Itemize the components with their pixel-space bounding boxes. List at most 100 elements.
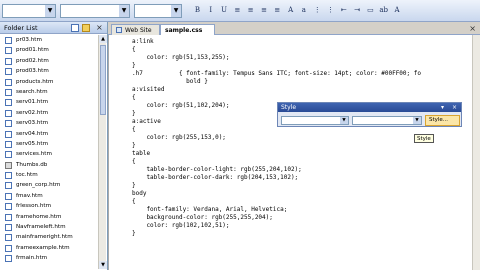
code-line: color: rgb(255,153,0); <box>132 134 226 141</box>
justify-icon[interactable]: ≡ <box>272 5 283 16</box>
bold-icon[interactable]: B <box>192 5 203 16</box>
close-document-icon[interactable]: × <box>469 24 476 34</box>
align-left-icon[interactable]: ≡ <box>232 5 243 16</box>
html-file-icon <box>5 234 12 242</box>
chevron-down-icon: ▼ <box>340 117 348 124</box>
font-color-icon[interactable]: A <box>392 5 403 16</box>
scroll-up-icon[interactable]: ▲ <box>99 35 107 43</box>
close-icon[interactable]: × <box>96 24 104 32</box>
html-file-icon <box>5 109 12 117</box>
file-list-item[interactable]: frmain.htm <box>0 253 98 263</box>
font-combo[interactable]: ▼ <box>60 4 130 18</box>
file-list-item[interactable]: frlesson.htm <box>0 201 98 211</box>
italic-icon[interactable]: I <box>205 5 216 16</box>
code-line: { <box>132 94 136 101</box>
file-name: serv03.htm <box>16 120 49 127</box>
tab-sample-css[interactable]: sample.css <box>160 24 215 35</box>
file-name: prod02.htm <box>16 57 49 64</box>
decrease-font-icon[interactable]: a <box>298 5 309 16</box>
file-name: serv05.htm <box>16 140 49 147</box>
toolbar-options-icon[interactable]: ▾ <box>441 103 444 112</box>
file-list-item[interactable]: prod02.htm <box>0 56 98 66</box>
file-name: prod01.htm <box>16 47 49 54</box>
increase-font-icon[interactable]: A <box>285 5 296 16</box>
align-center-icon[interactable]: ≡ <box>245 5 256 16</box>
file-name: Navframeleft.htm <box>16 224 66 231</box>
underline-icon[interactable]: U <box>219 5 230 16</box>
html-file-icon <box>5 192 12 200</box>
scroll-down-icon[interactable]: ▼ <box>99 261 107 269</box>
file-list-item[interactable]: search.htm <box>0 87 98 97</box>
style-combo[interactable]: ▼ <box>2 4 56 18</box>
file-list-item[interactable]: serv03.htm <box>0 118 98 128</box>
code-line: table-border-color-light: rgb(255,204,10… <box>132 166 302 173</box>
tab-label: Web Site <box>125 27 152 34</box>
file-list-item[interactable]: fmav.htm <box>0 191 98 201</box>
file-list-item[interactable]: services.htm <box>0 149 98 159</box>
file-name: frameexample.htm <box>16 244 70 251</box>
file-list-item[interactable]: pr03.htm <box>0 35 98 45</box>
chevron-down-icon: ▼ <box>413 117 421 124</box>
style-toolbar-title: Style <box>278 103 461 112</box>
numbered-list-icon[interactable]: ⋮ <box>312 5 323 16</box>
file-name: fmav.htm <box>16 192 43 199</box>
code-line: { <box>132 198 136 205</box>
style-button[interactable]: Style... <box>425 115 460 126</box>
file-list-item[interactable]: serv01.htm <box>0 97 98 107</box>
new-folder-icon[interactable] <box>82 24 90 32</box>
folder-list-header: Folder List × <box>0 22 107 34</box>
html-file-icon <box>5 244 12 252</box>
file-name: serv02.htm <box>16 109 49 116</box>
code-line: body <box>132 190 147 197</box>
font-size-combo[interactable]: ▼ <box>134 4 182 18</box>
bullet-list-icon[interactable]: ⋮ <box>325 5 336 16</box>
tab-web-site[interactable]: Web Site <box>111 24 160 35</box>
html-file-icon <box>5 182 12 190</box>
file-list-item[interactable]: Thumbs.db <box>0 160 98 170</box>
file-list-item[interactable]: products.htm <box>0 77 98 87</box>
code-line: a:link <box>132 38 154 45</box>
align-right-icon[interactable]: ≡ <box>259 5 270 16</box>
file-name: toc.htm <box>16 172 38 179</box>
file-list-item[interactable]: prod01.htm <box>0 45 98 55</box>
file-list-item[interactable]: mainframeright.htm <box>0 232 98 242</box>
code-editor[interactable]: a:link{ color: rgb(51,153,255);} .h7 { fo… <box>108 35 472 270</box>
file-list-item[interactable]: serv04.htm <box>0 129 98 139</box>
code-line: a:visited <box>132 86 165 93</box>
file-list-item[interactable]: serv05.htm <box>0 139 98 149</box>
new-page-icon[interactable] <box>71 24 79 32</box>
outdent-icon[interactable]: ⇤ <box>338 5 349 16</box>
style-target-combo[interactable]: ▼ <box>281 116 349 125</box>
file-list-item[interactable]: prod03.htm <box>0 66 98 76</box>
file-name: pr03.htm <box>16 37 42 43</box>
file-name: serv01.htm <box>16 99 49 106</box>
html-file-icon <box>5 37 12 44</box>
html-file-icon <box>5 213 12 221</box>
web-site-icon <box>116 27 122 33</box>
chevron-down-icon: ▼ <box>171 5 181 17</box>
file-list-item[interactable]: frameexample.htm <box>0 243 98 253</box>
file-list-item[interactable]: toc.htm <box>0 170 98 180</box>
highlight-icon[interactable]: ab <box>378 5 389 16</box>
code-line: } <box>132 182 136 189</box>
file-name: green_corp.htm <box>16 182 61 189</box>
scroll-thumb[interactable] <box>100 45 106 115</box>
close-icon[interactable]: × <box>452 103 457 112</box>
html-file-icon <box>5 172 12 180</box>
code-line: } <box>132 110 136 117</box>
style-class-combo[interactable]: ▼ <box>352 116 422 125</box>
folder-list-title: Folder List <box>4 24 38 32</box>
code-line: } <box>132 62 136 69</box>
code-line: background-color: rgb(255,255,204); <box>132 214 273 221</box>
file-name: services.htm <box>16 151 52 158</box>
file-list-item[interactable]: Navframeleft.htm <box>0 222 98 232</box>
file-list-item[interactable]: green_corp.htm <box>0 180 98 190</box>
file-name: Thumbs.db <box>16 161 48 168</box>
folder-list-scrollbar[interactable]: ▲ ▼ <box>98 35 107 269</box>
style-toolbar: Style ▾ × ▼ ▼ Style... <box>277 102 462 127</box>
editor-scrollbar[interactable] <box>472 35 480 270</box>
file-list-item[interactable]: serv02.htm <box>0 108 98 118</box>
indent-icon[interactable]: ⇥ <box>352 5 363 16</box>
border-icon[interactable]: ▭ <box>365 5 376 16</box>
file-list-item[interactable]: framehome.htm <box>0 212 98 222</box>
